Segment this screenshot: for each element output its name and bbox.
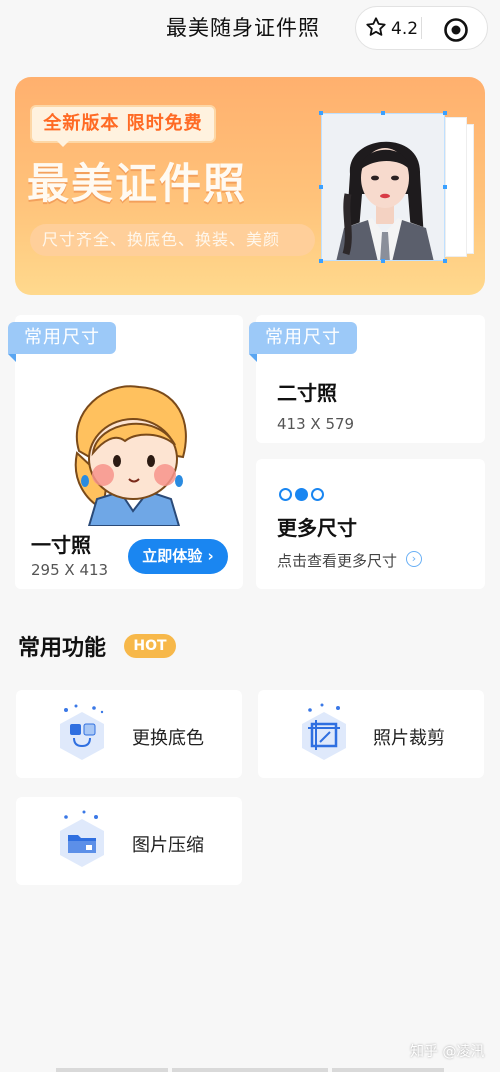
indicator-segment xyxy=(172,1068,328,1072)
bottom-indicator xyxy=(0,1066,500,1072)
try-now-button[interactable]: 立即体验 › xyxy=(128,539,228,574)
try-now-label: 立即体验 xyxy=(142,547,203,565)
indicator-segment xyxy=(332,1068,444,1072)
close-target-icon[interactable] xyxy=(443,17,469,43)
promo-tag-tail xyxy=(55,139,71,147)
hot-badge: HOT xyxy=(124,634,176,658)
dot-filled xyxy=(295,488,308,501)
crop-handle xyxy=(443,185,447,189)
capsule-divider xyxy=(421,17,422,39)
portrait-illustration xyxy=(322,114,444,260)
crop-handle xyxy=(319,185,323,189)
one-inch-name: 一寸照 xyxy=(31,533,91,557)
function-label: 更换底色 xyxy=(132,728,204,749)
crop-handle xyxy=(319,111,323,115)
function-compress-image[interactable]: 图片压缩 xyxy=(16,797,242,885)
compress-folder-icon xyxy=(60,810,104,867)
one-inch-size: 295 X 413 xyxy=(31,561,109,579)
function-label: 图片压缩 xyxy=(132,835,204,856)
two-inch-name: 二寸照 xyxy=(277,381,337,405)
ribbon-common-size: 常用尺寸 xyxy=(8,322,116,354)
function-change-background[interactable]: 更换底色 xyxy=(16,690,242,778)
nav-bar: 最美随身证件照 4.2 xyxy=(0,0,500,58)
two-inch-size: 413 X 579 xyxy=(277,415,355,433)
crop-handle xyxy=(443,111,447,115)
more-sizes-card[interactable]: 更多尺寸 点击查看更多尺寸 › xyxy=(256,459,485,589)
banner-headline: 最美证件照 xyxy=(27,159,248,208)
indicator-segment xyxy=(56,1068,168,1072)
ribbon-tail xyxy=(249,354,257,362)
more-sizes-link[interactable]: 点击查看更多尺寸 xyxy=(277,550,397,571)
ribbon-common-size: 常用尺寸 xyxy=(249,322,357,354)
more-sizes-title: 更多尺寸 xyxy=(277,516,357,540)
crop-handle xyxy=(319,259,323,263)
chevron-right-icon: › xyxy=(207,547,214,565)
banner-subline: 尺寸齐全、换底色、换装、美颜 xyxy=(30,224,315,256)
function-label: 照片裁剪 xyxy=(373,728,445,749)
one-inch-card[interactable]: 一寸照 295 X 413 立即体验 › xyxy=(15,315,243,589)
function-crop-photo[interactable]: 照片裁剪 xyxy=(258,690,484,778)
rating-value: 4.2 xyxy=(391,19,419,39)
crop-handle xyxy=(381,259,385,263)
watermark: 知乎 @凌汛 xyxy=(410,1044,485,1060)
photo-stack-middle xyxy=(445,117,467,257)
crop-icon xyxy=(302,703,346,760)
dots-icon xyxy=(279,484,327,503)
ribbon-tail xyxy=(8,354,16,362)
crop-handle xyxy=(443,259,447,263)
promo-banner[interactable]: 全新版本 限时免费 最美证件照 尺寸齐全、换底色、换装、美颜 xyxy=(15,77,485,295)
promo-tag: 全新版本 限时免费 xyxy=(30,105,216,143)
swap-color-icon xyxy=(60,704,104,760)
star-icon[interactable] xyxy=(365,16,387,38)
dot-outline xyxy=(311,488,324,501)
dot-outline xyxy=(279,488,292,501)
sample-portrait xyxy=(321,113,445,261)
crop-handle xyxy=(381,111,385,115)
section-title: 常用功能 xyxy=(18,636,107,661)
cartoon-avatar xyxy=(74,385,187,526)
page-title: 最美随身证件照 xyxy=(166,16,320,40)
chevron-circle-right-icon[interactable]: › xyxy=(406,551,422,567)
